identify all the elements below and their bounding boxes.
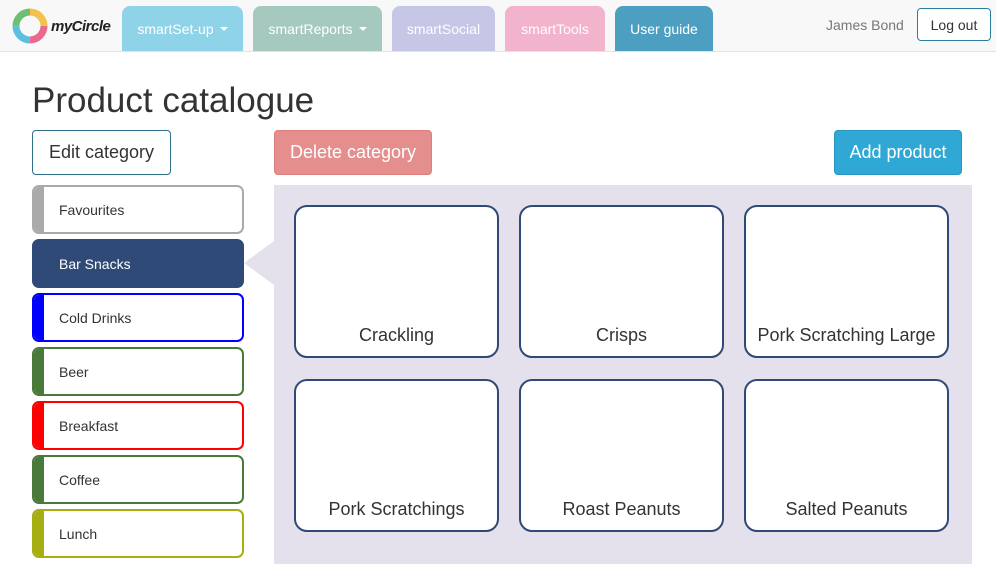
- product-name: Pork Scratching Large: [757, 325, 936, 345]
- selection-pointer: [244, 241, 274, 285]
- product-card[interactable]: Crisps: [519, 205, 724, 358]
- add-product-button[interactable]: Add product: [834, 130, 962, 175]
- category-label: Bar Snacks: [59, 255, 131, 272]
- category-item-bar-snacks[interactable]: Bar Snacks: [32, 239, 244, 288]
- category-color-bar: [34, 457, 44, 502]
- product-name: Roast Peanuts: [562, 499, 681, 519]
- category-label: Lunch: [59, 525, 98, 542]
- tab-label: smartReports: [268, 20, 353, 37]
- product-name: Salted Peanuts: [785, 499, 908, 519]
- product-card[interactable]: Salted Peanuts: [744, 379, 949, 532]
- page-title: Product catalogue: [32, 81, 315, 120]
- delete-category-button[interactable]: Delete category: [274, 130, 432, 175]
- mycircle-logo-icon: [12, 8, 48, 44]
- category-item-lunch[interactable]: Lunch: [32, 509, 244, 558]
- product-name: Pork Scratchings: [328, 499, 465, 519]
- brand-logo[interactable]: myCircle: [12, 8, 111, 44]
- product-name: Crackling: [358, 325, 435, 345]
- product-name: Crisps: [595, 325, 647, 345]
- category-color-bar: [34, 349, 44, 394]
- tab-smarttools[interactable]: smartTools: [505, 6, 605, 51]
- tab-label: User guide: [630, 20, 698, 37]
- tab-user-guide[interactable]: User guide: [615, 6, 713, 51]
- tab-label: smartSocial: [406, 20, 481, 37]
- product-card[interactable]: Pork Scratching Large: [744, 205, 949, 358]
- category-label: Coffee: [59, 471, 100, 488]
- product-card[interactable]: Pork Scratchings: [294, 379, 499, 532]
- tab-label: smartTools: [521, 20, 589, 37]
- category-item-coffee[interactable]: Coffee: [32, 455, 244, 504]
- product-panel: Crackling Crisps Pork Scratching Large P…: [274, 185, 972, 564]
- category-label: Beer: [59, 363, 89, 380]
- logout-button[interactable]: Log out: [917, 8, 991, 41]
- category-label: Cold Drinks: [59, 309, 132, 326]
- product-card[interactable]: Crackling: [294, 205, 499, 358]
- user-name: James Bond: [826, 17, 904, 33]
- category-item-cold-drinks[interactable]: Cold Drinks: [32, 293, 244, 342]
- category-color-bar: [34, 187, 44, 232]
- edit-category-button[interactable]: Edit category: [32, 130, 171, 175]
- brand-name: myCircle: [51, 17, 111, 35]
- category-label: Favourites: [59, 201, 125, 218]
- category-color-bar: [34, 403, 44, 448]
- category-item-beer[interactable]: Beer: [32, 347, 244, 396]
- caret-down-icon: [219, 26, 228, 31]
- category-item-favourites[interactable]: Favourites: [32, 185, 244, 234]
- category-color-bar: [34, 241, 44, 286]
- tab-smartsetup[interactable]: smartSet-up: [122, 6, 243, 51]
- category-item-breakfast[interactable]: Breakfast: [32, 401, 244, 450]
- tab-label: smartSet-up: [137, 20, 214, 37]
- category-label: Breakfast: [59, 417, 119, 434]
- category-color-bar: [34, 295, 44, 340]
- tab-smartsocial[interactable]: smartSocial: [392, 6, 495, 51]
- caret-down-icon: [358, 26, 367, 31]
- product-card[interactable]: Roast Peanuts: [519, 379, 724, 532]
- category-color-bar: [34, 511, 44, 556]
- top-navbar: myCircle smartSet-up smartReports smartS…: [0, 0, 996, 52]
- tab-smartreports[interactable]: smartReports: [253, 6, 382, 51]
